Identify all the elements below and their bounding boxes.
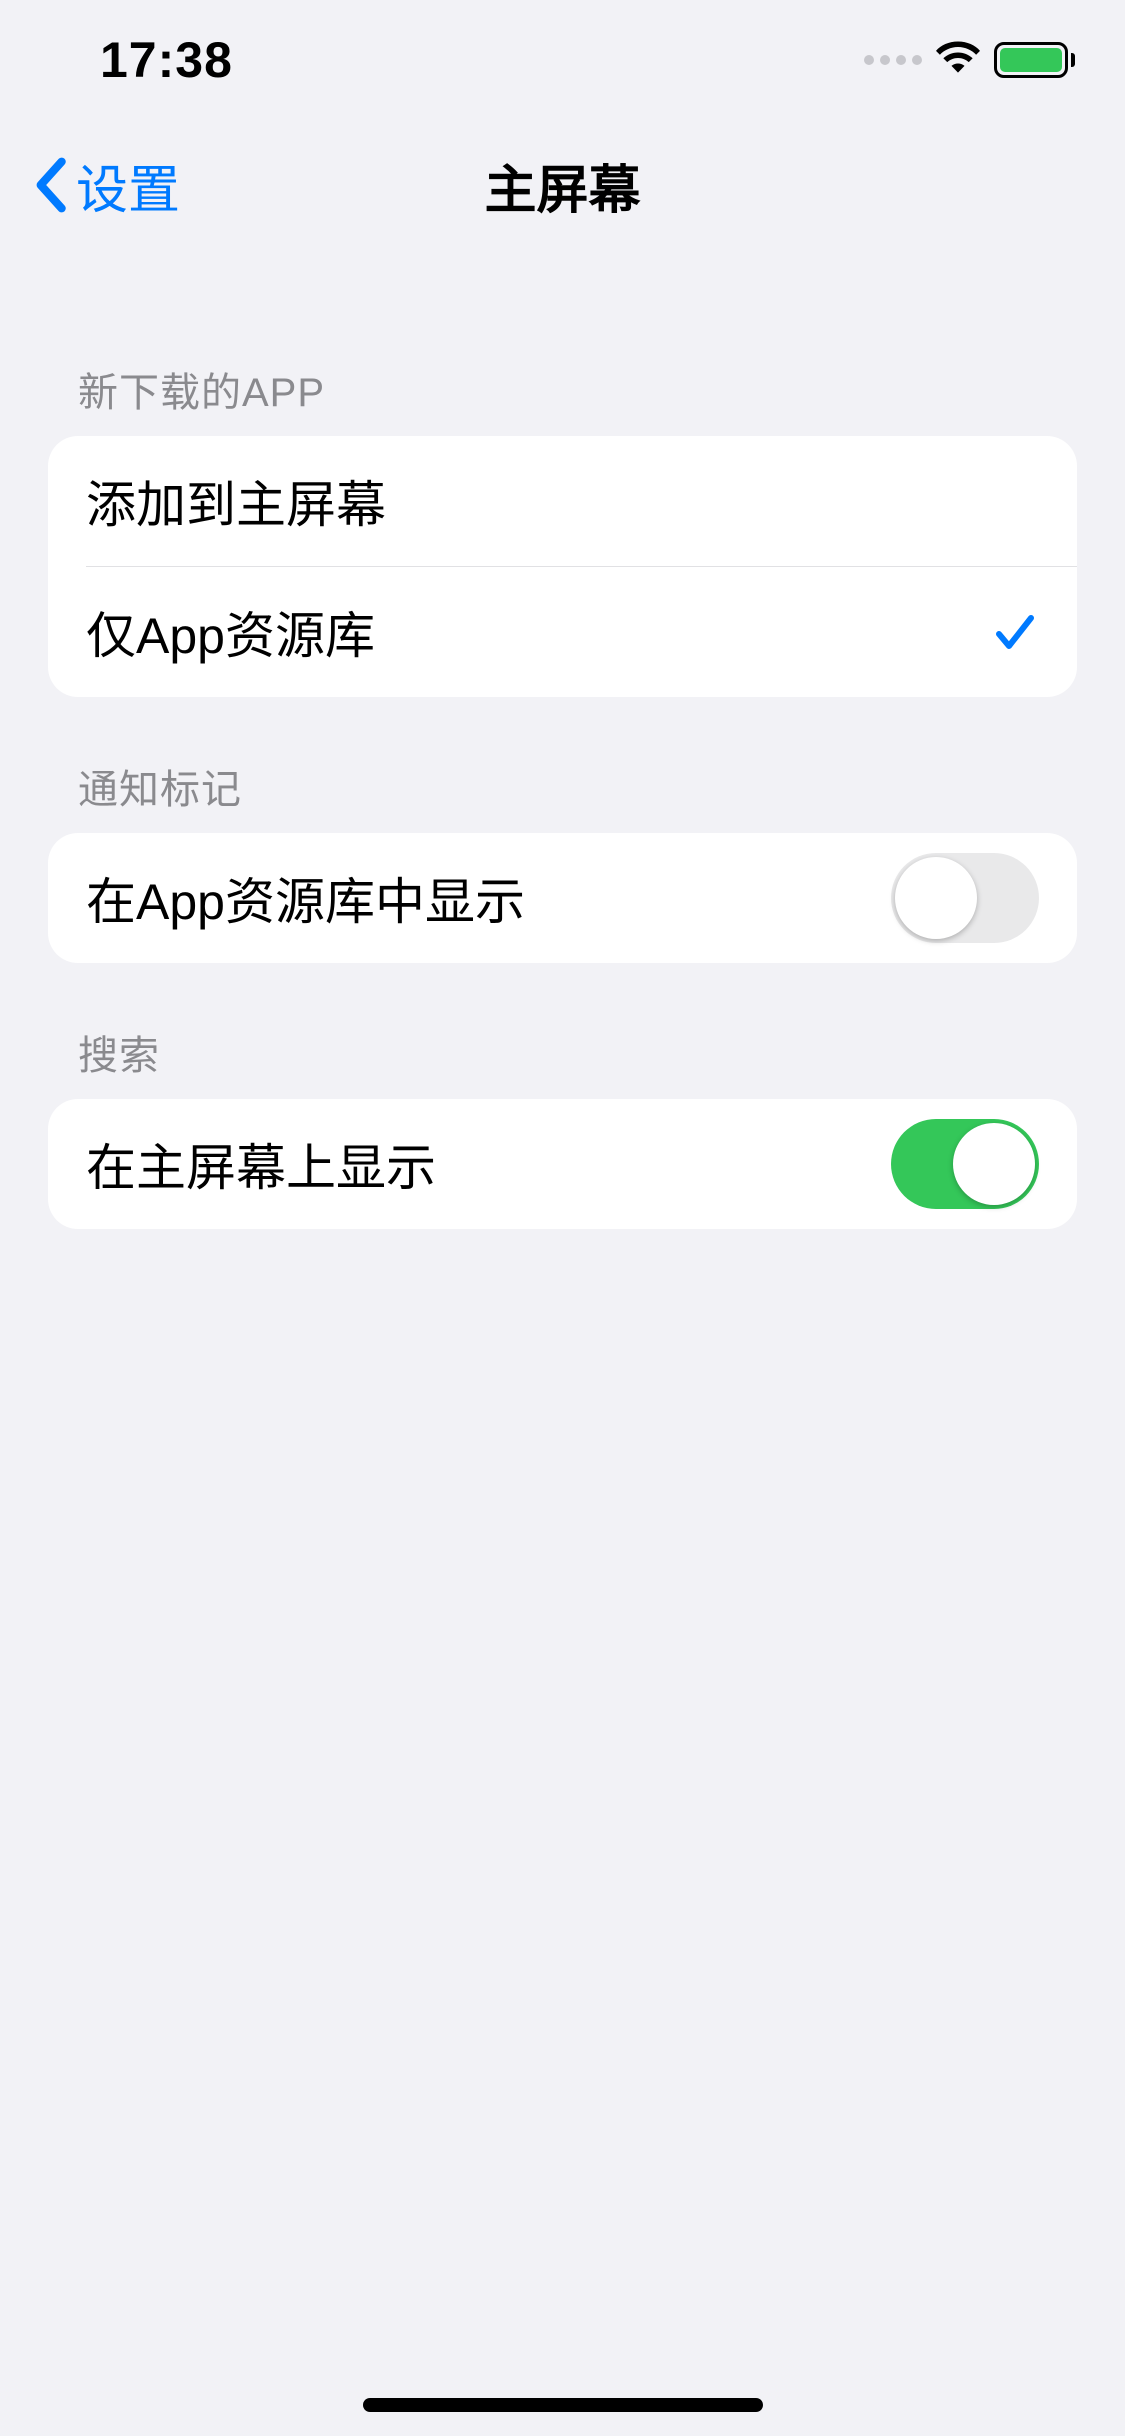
- wifi-icon: [936, 36, 980, 85]
- section-header-badges: 通知标记: [48, 697, 1077, 833]
- toggle-show-in-library[interactable]: [891, 853, 1039, 943]
- checkmark-icon: [991, 608, 1039, 656]
- row-label: 在主屏幕上显示: [86, 1128, 436, 1200]
- option-app-library-only[interactable]: 仅App资源库: [48, 567, 1077, 697]
- back-button[interactable]: 设置: [30, 148, 180, 223]
- home-indicator[interactable]: [363, 2398, 763, 2412]
- back-label: 设置: [76, 148, 180, 223]
- option-label: 仅App资源库: [86, 596, 375, 668]
- group-badges: 在App资源库中显示: [48, 833, 1077, 963]
- option-add-to-home[interactable]: 添加到主屏幕: [48, 436, 1077, 566]
- battery-icon: [994, 42, 1075, 78]
- group-search: 在主屏幕上显示: [48, 1099, 1077, 1229]
- section-header-search: 搜索: [48, 963, 1077, 1099]
- nav-bar: 设置 主屏幕: [0, 120, 1125, 250]
- group-new-downloads: 添加到主屏幕 仅App资源库: [48, 436, 1077, 697]
- chevron-left-icon: [30, 157, 70, 213]
- section-header-new-downloads: 新下载的APP: [48, 250, 1077, 436]
- status-indicators: [864, 36, 1075, 85]
- cellular-dots-icon: [864, 55, 922, 65]
- option-label: 添加到主屏幕: [86, 465, 386, 537]
- row-show-in-library: 在App资源库中显示: [48, 833, 1077, 963]
- row-show-on-home: 在主屏幕上显示: [48, 1099, 1077, 1229]
- status-time: 17:38: [100, 31, 233, 89]
- toggle-show-on-home[interactable]: [891, 1119, 1039, 1209]
- status-bar: 17:38: [0, 0, 1125, 120]
- row-label: 在App资源库中显示: [86, 862, 525, 934]
